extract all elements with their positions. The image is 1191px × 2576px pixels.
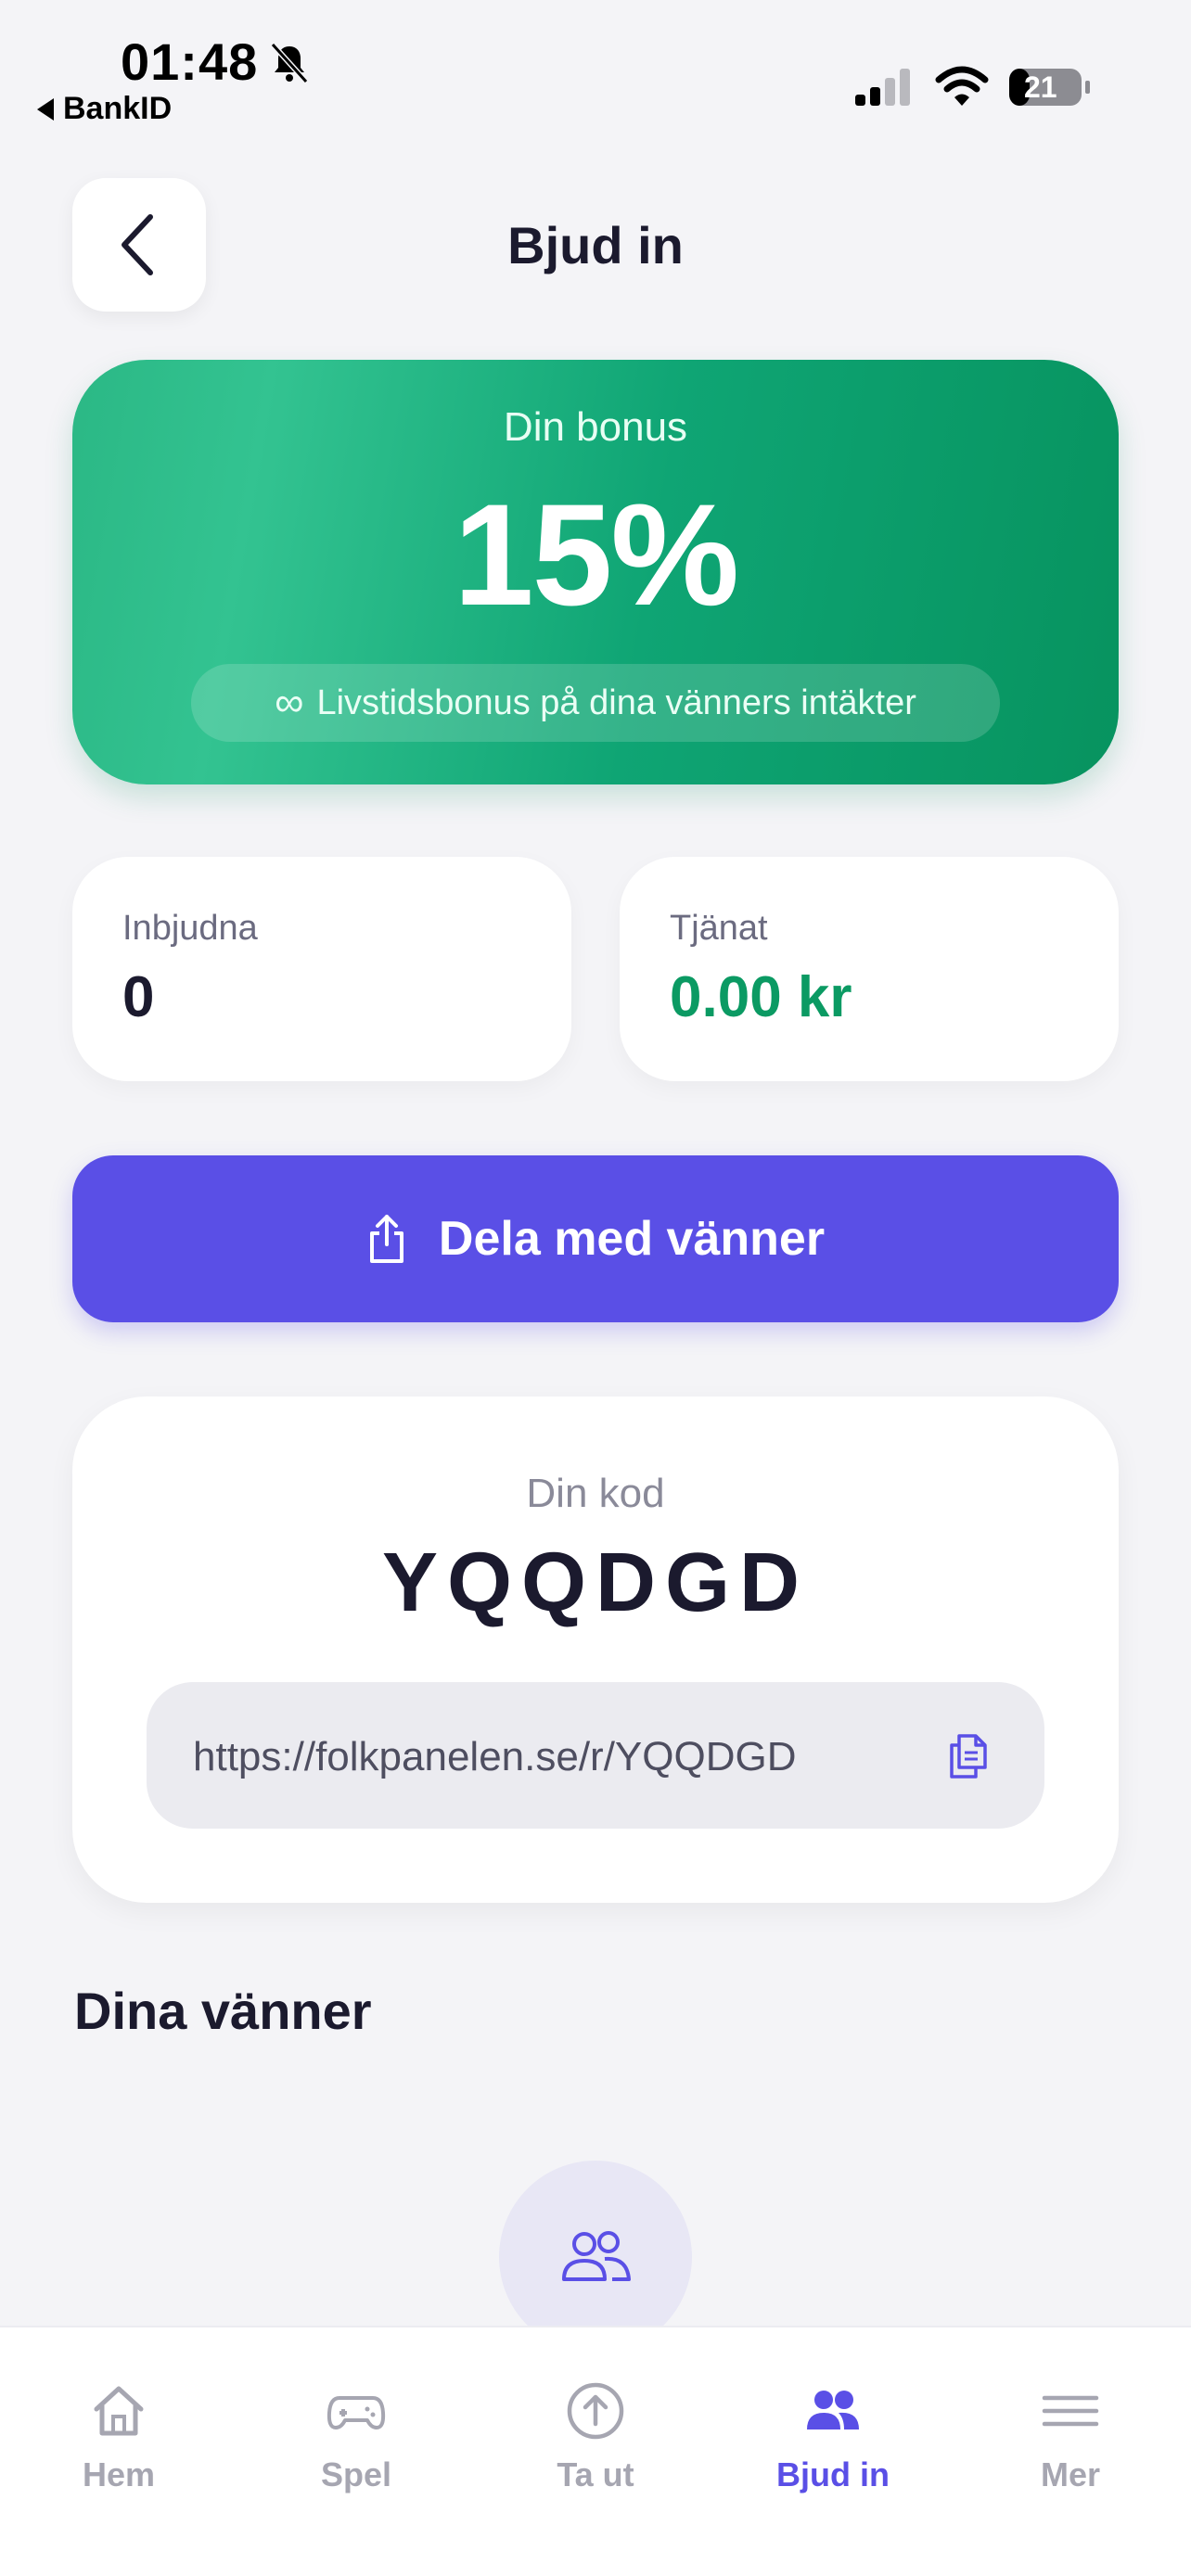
referral-code: YQQDGD — [381, 1537, 810, 1629]
invited-count: 0 — [122, 965, 155, 1029]
invite-users-icon — [807, 2391, 859, 2429]
invited-stat-card: Inbjudna 0 — [72, 857, 571, 1081]
users-icon — [562, 2231, 631, 2281]
menu-icon — [1042, 2395, 1099, 2427]
tab-label: Hem — [82, 2455, 156, 2493]
silent-bell-icon — [270, 42, 309, 84]
back-triangle-icon — [37, 97, 54, 121]
earned-stat-card: Tjänat 0.00 kr — [620, 857, 1119, 1081]
share-button-label: Dela med vänner — [438, 1212, 826, 1266]
bottom-tab-bar: Hem Spel Ta ut Bjud in Mer — [0, 2326, 1191, 2576]
gamepad-icon — [327, 2396, 386, 2429]
lifetime-bonus-badge: ∞ Livstidsbonus på dina vänners intäkter — [191, 664, 1000, 742]
wifi-icon — [935, 66, 989, 106]
friends-section-title: Dina vänner — [74, 1982, 372, 2040]
invited-label: Inbjudna — [122, 909, 258, 948]
earned-label: Tjänat — [670, 909, 768, 948]
infinity-icon: ∞ — [275, 680, 304, 725]
share-with-friends-button[interactable]: Dela med vänner — [72, 1155, 1119, 1322]
referral-link-field[interactable]: https://folkpanelen.se/r/YQQDGD — [147, 1682, 1044, 1829]
tab-ta-ut[interactable]: Ta ut — [477, 2327, 714, 2513]
referral-link: https://folkpanelen.se/r/YQQDGD — [193, 1734, 797, 1779]
tab-label: Mer — [1040, 2455, 1101, 2493]
withdraw-icon — [567, 2382, 624, 2440]
tab-label: Bjud in — [776, 2455, 890, 2493]
back-app-label: BankID — [63, 91, 173, 126]
lifetime-bonus-text: Livstidsbonus på dina vänners intäkter — [316, 682, 916, 722]
tab-mer[interactable]: Mer — [952, 2327, 1189, 2513]
page-title: Bjud in — [507, 216, 684, 274]
status-bar: 01:48 BankID 21 — [0, 0, 1191, 139]
tab-label: Spel — [320, 2455, 392, 2493]
copy-icon[interactable] — [942, 1730, 994, 1782]
share-icon — [369, 1215, 403, 1263]
tab-bjud-in[interactable]: Bjud in — [714, 2327, 952, 2513]
code-label: Din kod — [526, 1471, 665, 1516]
battery-level: 21 — [1024, 70, 1057, 104]
bonus-percentage: 15% — [453, 475, 739, 636]
bonus-label: Din bonus — [503, 404, 688, 450]
cellular-signal-icon — [855, 69, 910, 106]
back-to-app-link[interactable]: BankID — [37, 91, 172, 127]
status-time: 01:48 — [121, 32, 259, 91]
tab-hem[interactable]: Hem — [0, 2327, 237, 2513]
tab-label: Ta ut — [557, 2455, 634, 2493]
earned-amount: 0.00 kr — [670, 965, 852, 1029]
home-icon — [94, 2386, 144, 2436]
tab-spel[interactable]: Spel — [237, 2327, 475, 2513]
friends-empty-state — [499, 2161, 692, 2353]
